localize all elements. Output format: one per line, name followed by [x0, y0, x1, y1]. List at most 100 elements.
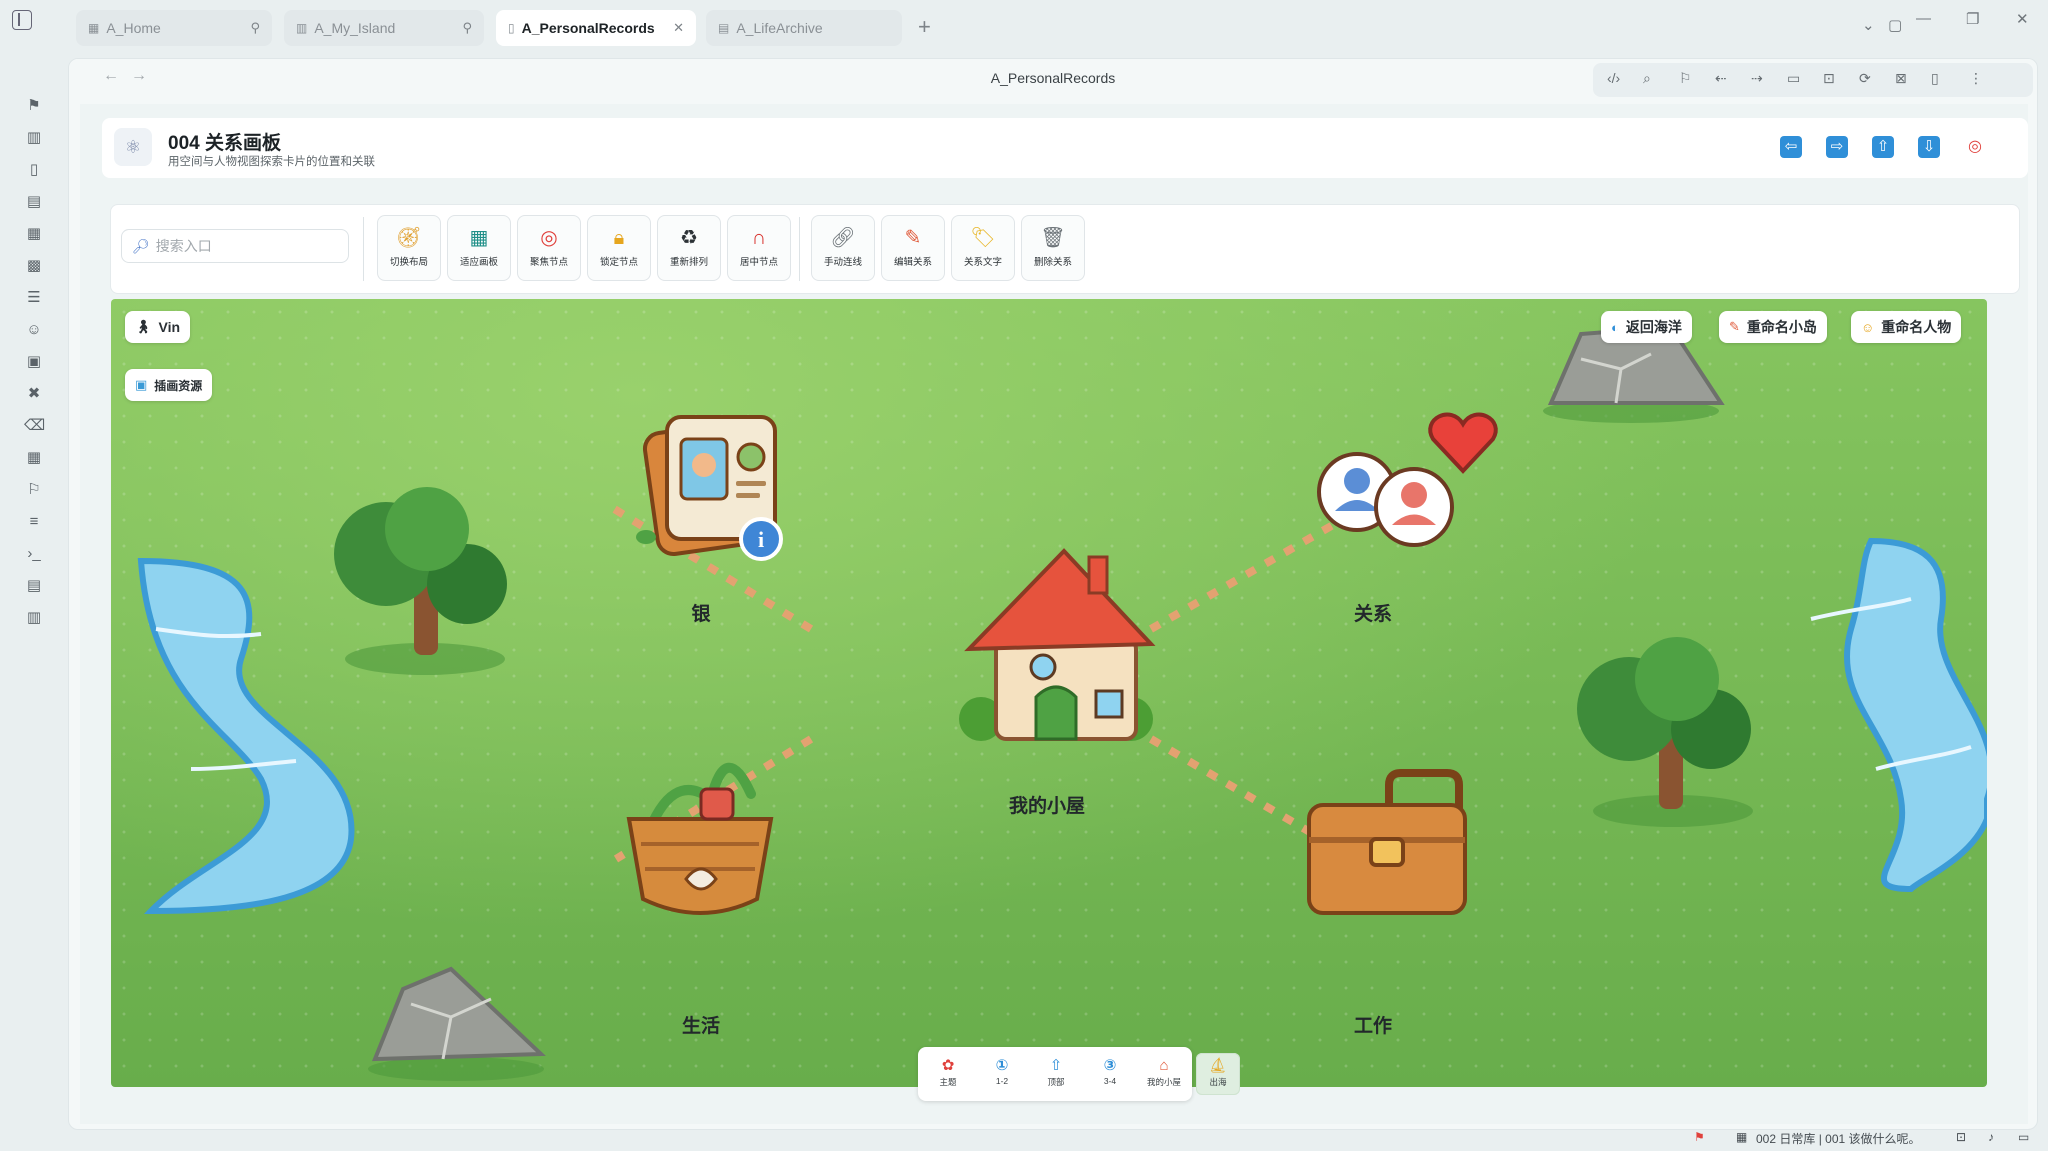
close-icon[interactable]: ✕ — [673, 20, 684, 36]
restore-icon[interactable]: ❐ — [1966, 10, 1979, 28]
link-forward-icon[interactable]: ⇢ — [1751, 70, 1763, 87]
keyboard-icon[interactable]: ▭ — [2018, 1130, 2029, 1144]
dock-label: 我的小屋 — [1146, 1077, 1181, 1087]
image-icon[interactable]: ▣ — [24, 352, 44, 372]
more-vertical-icon[interactable]: ⋮ — [1969, 70, 1983, 87]
river-right — [1810, 537, 1987, 893]
code-icon[interactable]: ‹/› — [1607, 70, 1620, 86]
edit-relation-button[interactable]: ✎ 编辑关系 — [881, 215, 945, 281]
dock-my-house[interactable]: ⌂ 我的小屋 — [1142, 1053, 1186, 1095]
relations-illustration — [1317, 412, 1498, 547]
lock-icon[interactable]: ⊡ — [1956, 1130, 1966, 1144]
status-text[interactable]: 002 日常库 | 001 该做什么呢。 — [1756, 1130, 1921, 1147]
arrow-up-icon[interactable]: ⇧ — [1872, 136, 1894, 158]
fit-canvas-button[interactable]: ▦ 适应画板 — [447, 215, 511, 281]
illustration-assets-button[interactable]: ▣ 插画资源 — [125, 369, 213, 401]
monitor-icon[interactable]: ▭ — [1787, 70, 1800, 87]
lock-node-button[interactable]: 🔒︎ 锁定节点 — [587, 215, 651, 281]
node-label-my-house[interactable]: 我的小屋 — [947, 791, 1147, 818]
signpost-icon[interactable]: ⚑ — [24, 96, 44, 116]
node-label-silver[interactable]: 银 — [601, 599, 801, 626]
user-pill[interactable]: 🚶︎ Vin — [125, 311, 191, 343]
close-box-icon[interactable]: ⊠ — [1895, 70, 1907, 87]
tree-left — [334, 487, 507, 675]
arrow-left-icon[interactable]: ⇦ — [1780, 136, 1802, 158]
pin-icon[interactable]: ⚲ — [462, 20, 472, 36]
checklist-icon[interactable]: ☰ — [24, 288, 44, 308]
button-label: 返回海洋 — [1625, 319, 1682, 335]
bookmark-icon[interactable]: ⚐ — [24, 480, 44, 500]
dashboard-icon[interactable]: ▦ — [24, 448, 44, 468]
dock-1-2[interactable]: ① 1-2 — [980, 1053, 1024, 1095]
wave-icon: ◐ — [1611, 319, 1619, 335]
window-menu-icon[interactable]: ▢ — [1888, 16, 1902, 34]
close-window-icon[interactable]: ✕ — [2016, 10, 2029, 28]
center-node-button[interactable]: ∩ 居中节点 — [727, 215, 791, 281]
palette-icon: ✿ — [941, 1057, 955, 1074]
rename-island-button[interactable]: ✎ 重命名小岛 — [1719, 311, 1827, 343]
header-card: ⚛ 004 关系画板 用空间与人物视图探索卡片的位置和关联 ⇦ ⇨ ⇧ ⇩ ◎ — [102, 118, 2028, 178]
tab-a-my-island[interactable]: ▥ A_My_Island ⚲ — [284, 10, 484, 46]
sync-icon[interactable]: ⟳ — [1859, 70, 1871, 87]
sidebar-toggle-icon[interactable] — [12, 10, 32, 30]
sync-status-icon[interactable]: ⚑ — [1694, 1130, 1705, 1144]
node-label-relations[interactable]: 关系 — [1273, 599, 1473, 626]
trash-icon[interactable]: ⌫ — [24, 416, 45, 436]
react-atom-icon: ⚛ — [114, 128, 152, 166]
dock-set-sail[interactable]: ⛵︎ 出海 — [1196, 1053, 1240, 1095]
tools-icon[interactable]: ✖ — [24, 384, 44, 404]
dock-top[interactable]: ⇧ 顶部 — [1034, 1053, 1078, 1095]
target-icon[interactable]: ◎ — [1964, 136, 1986, 158]
book-icon[interactable]: ▯ — [24, 160, 44, 180]
link-back-icon[interactable]: ⇠ — [1715, 70, 1727, 87]
search-icon[interactable]: ⌕ — [1643, 70, 1651, 87]
chevron-down-icon[interactable]: ⌄ — [1862, 16, 1875, 34]
tool-label: 手动连线 — [823, 257, 862, 268]
lock-icon[interactable]: ⊡ — [1823, 70, 1835, 87]
dock-theme[interactable]: ✿ 主题 — [926, 1053, 970, 1095]
table-alt-icon[interactable]: ▥ — [24, 608, 44, 628]
bookmark-add-icon[interactable]: ⚐ — [1679, 70, 1692, 87]
tab-label: A_PersonalRecords — [521, 20, 655, 36]
rename-person-button[interactable]: ☺ 重命名人物 — [1851, 311, 1962, 343]
delete-relation-button[interactable]: 🗑︎ 删除关系 — [1021, 215, 1085, 281]
bell-icon[interactable]: ♪ — [1988, 1130, 1994, 1144]
arrow-right-icon[interactable]: ⇨ — [1826, 136, 1848, 158]
bookmark-icon[interactable]: ▯ — [1931, 70, 1939, 87]
pin-icon[interactable]: ⚲ — [250, 20, 260, 36]
rearrange-button[interactable]: ♻ 重新排列 — [657, 215, 721, 281]
grid-icon[interactable]: ▩ — [24, 256, 44, 276]
archive-icon[interactable]: ▤ — [24, 192, 44, 212]
terminal-icon[interactable]: ›_ — [24, 544, 44, 564]
table-icon[interactable]: ▤ — [24, 576, 44, 596]
search-input[interactable] — [155, 238, 336, 254]
house-illustration — [959, 548, 1156, 741]
tag-icon: 🏷︎ — [970, 227, 996, 249]
tab-a-home[interactable]: ▦ A_Home ⚲ — [76, 10, 272, 46]
page-subtitle: 用空间与人物视图探索卡片的位置和关联 — [168, 156, 375, 168]
tab-a-lifearchive[interactable]: ▤ A_LifeArchive — [706, 10, 902, 46]
minimize-icon[interactable]: — — [1916, 10, 1931, 27]
focus-node-button[interactable]: ◎ 聚焦节点 — [517, 215, 581, 281]
dock-label: 3-4 — [1103, 1076, 1117, 1086]
list-icon[interactable]: ≡ — [24, 512, 44, 532]
dock-3-4[interactable]: ③ 3-4 — [1088, 1053, 1132, 1095]
return-ocean-button[interactable]: ◐ 返回海洋 — [1601, 311, 1692, 343]
one-icon: ① — [995, 1057, 1009, 1074]
manual-link-button[interactable]: 🔗︎ 手动连线 — [811, 215, 875, 281]
map-icon[interactable]: ▥ — [24, 128, 44, 148]
relation-canvas[interactable]: i 🚶︎ Vin ▣ 插画资源 ◐ 返回海洋 ✎ 重命名小岛 ☺ 重命名人物 银… — [111, 299, 1987, 1087]
new-tab-plus-icon[interactable]: + — [918, 14, 931, 40]
switch-layout-button[interactable]: 🧭︎ 切换布局 — [377, 215, 441, 281]
button-label: 重命名人物 — [1881, 319, 1952, 335]
calendar-icon[interactable]: ▦ — [24, 224, 44, 244]
smiley-icon[interactable]: ☺ — [24, 320, 44, 340]
node-label-work[interactable]: 工作 — [1273, 1011, 1473, 1038]
node-label-life[interactable]: 生活 — [601, 1011, 801, 1038]
pencil-icon: ✎ — [1729, 319, 1740, 334]
basket-illustration — [626, 762, 774, 915]
search-input-wrapper[interactable]: 🔎︎ — [121, 229, 349, 263]
tab-a-personalrecords[interactable]: ▯ A_PersonalRecords ✕ — [496, 10, 696, 46]
relation-text-button[interactable]: 🏷︎ 关系文字 — [951, 215, 1015, 281]
arrow-down-icon[interactable]: ⇩ — [1918, 136, 1940, 158]
